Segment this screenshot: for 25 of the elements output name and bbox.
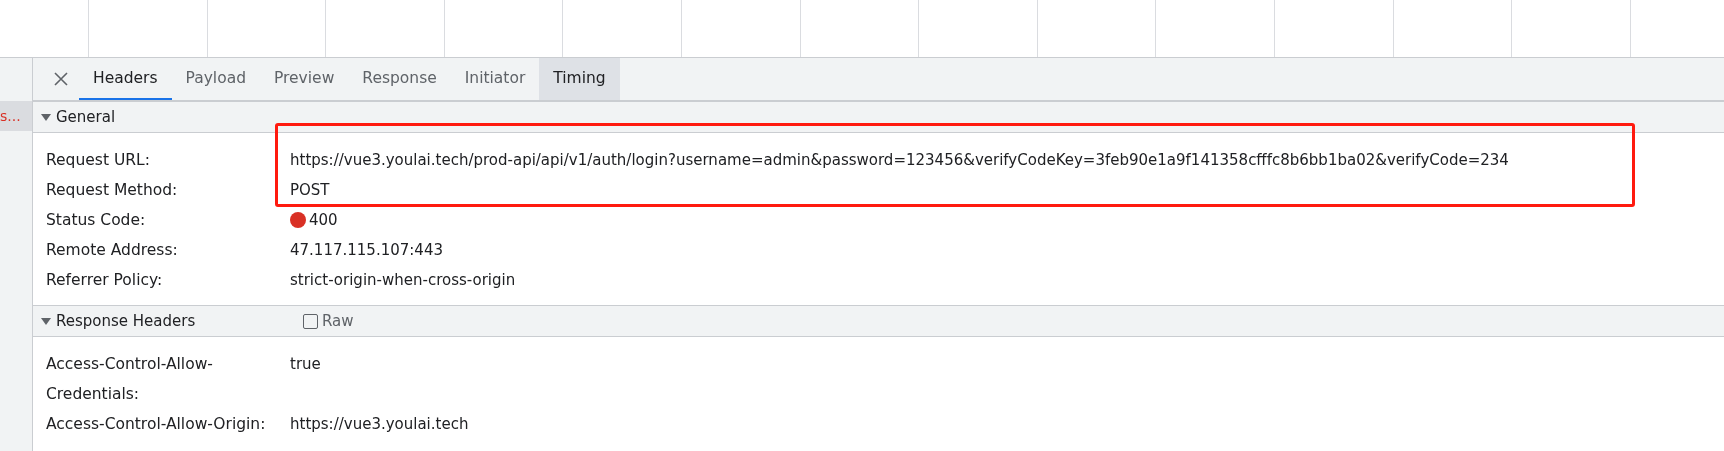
raw-checkbox[interactable]: Raw xyxy=(303,312,354,330)
section-toggle[interactable]: Response Headers xyxy=(33,312,303,330)
header-value: https://vue3.youlai.tech/prod-api/api/v1/auth/login?username=admin&password=123456&verifyCodeKey=3feb90e1a9f141358cfffc8b6bb1ba02&verifyCode=234 xyxy=(290,150,1509,171)
tab[interactable]: Preview xyxy=(259,58,349,100)
header-name: Remote Address: xyxy=(45,240,179,261)
header-name: Status Code: xyxy=(45,210,147,231)
header-value: 47.117.115.107:443 xyxy=(290,240,443,261)
header-value: strict-origin-when-cross-origin xyxy=(290,270,516,291)
tab[interactable]: Payload xyxy=(171,58,260,100)
header-name: Request Method: xyxy=(45,180,179,201)
header-name: Referrer Policy: xyxy=(45,270,164,291)
request-name[interactable]: s... xyxy=(0,101,32,131)
header-name: Request URL: xyxy=(45,150,151,171)
header-name: Access-Control-Allow-Credentials: xyxy=(45,354,214,405)
tab[interactable]: Timing xyxy=(539,58,620,100)
triangle-icon xyxy=(41,112,51,122)
header-value: POST xyxy=(290,180,330,201)
section-toggle[interactable]: General xyxy=(33,108,303,126)
header-name: Access-Control-Allow-Origin: xyxy=(45,414,267,435)
header-value: 400 xyxy=(309,210,338,231)
header-value: true xyxy=(290,354,321,375)
triangle-icon xyxy=(41,316,51,326)
tab[interactable]: Initiator xyxy=(450,58,540,100)
tab[interactable]: Response xyxy=(348,58,451,100)
header-value: https://vue3.youlai.tech xyxy=(290,414,469,435)
